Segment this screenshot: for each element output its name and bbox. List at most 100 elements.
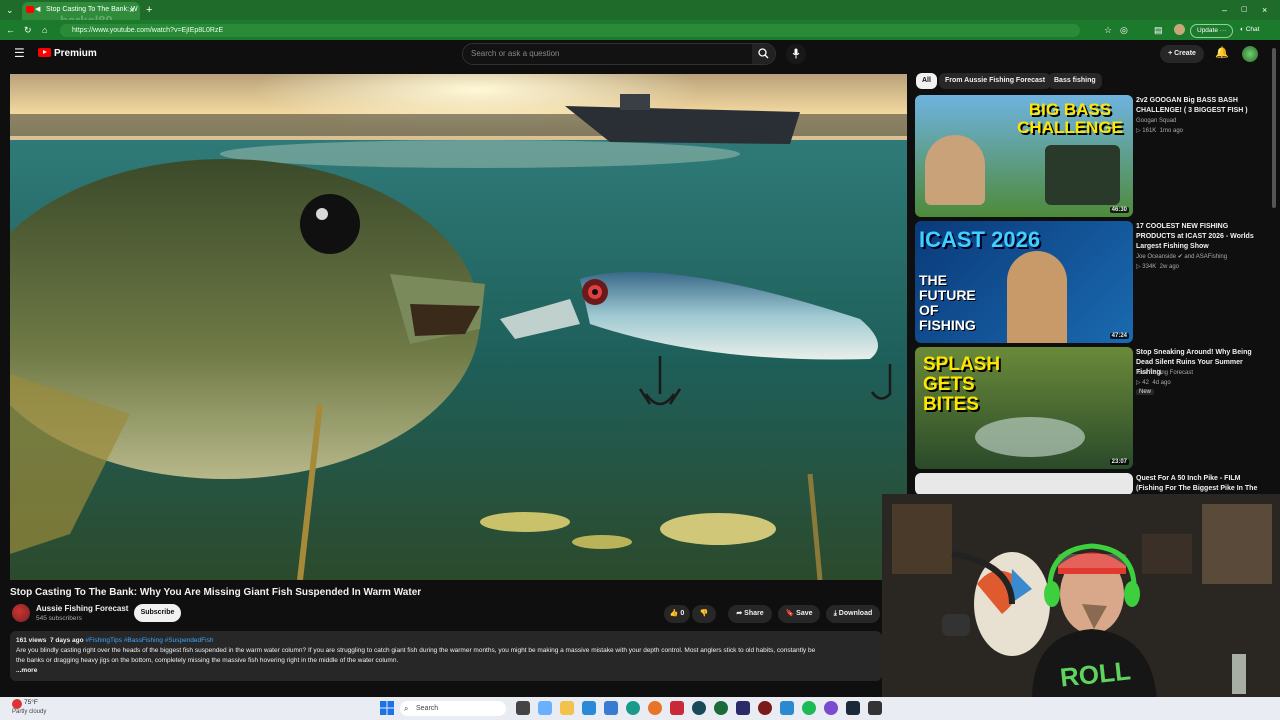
taskbar-search[interactable]: ⌕ Search [400,701,506,716]
favorite-star-icon[interactable]: ☆ [1104,20,1112,40]
show-more-link[interactable]: ...more [16,666,876,676]
edge-icon[interactable] [626,701,640,715]
app-gray-icon[interactable] [868,701,882,715]
file-explorer-icon[interactable] [560,701,574,715]
thumbnail-2-subtext: THE FUTURE OF FISHING [919,272,976,333]
youtube-logo[interactable]: Premium [38,48,97,59]
task-view-icon[interactable] [516,701,530,715]
dislike-button[interactable]: 👎 [692,605,716,623]
thumbnail-3-splash [975,417,1085,457]
related-stats-3: ▷ 42 4d ago [1136,380,1171,386]
video-player[interactable] [10,74,907,580]
store-icon[interactable] [582,701,596,715]
related-channel-3[interactable]: Kiwi Fishing Forecast [1136,369,1193,378]
maximize-icon[interactable]: ▢ [1241,0,1248,20]
thumbnail-1-text: BIG BASS CHALLENGE [1017,100,1123,137]
like-count: 0 [680,610,685,617]
spotify-icon[interactable] [802,701,816,715]
home-icon[interactable]: ⌂ [42,20,47,40]
thumbnail-3-text: SPLASH GETS BITES [923,354,1001,415]
thumbnail-2-text: ICAST 2026 [919,227,1041,252]
weather-alert-icon[interactable] [12,699,22,709]
search-icon[interactable] [752,44,775,64]
view-count: 161 views [16,637,47,644]
hamburger-menu-icon[interactable]: ☰ [14,46,25,60]
share-button[interactable]: ➦ Share [728,605,772,623]
app-shield-icon[interactable] [736,701,750,715]
extension-icon[interactable]: ◎ [1120,20,1128,40]
notifications-bell-icon[interactable]: 🔔 [1215,46,1229,59]
related-stats-1: ▷ 161K 1mo ago [1136,128,1183,134]
chip-all[interactable]: All [916,73,937,89]
app-darkred-icon[interactable] [758,701,772,715]
copilot-icon[interactable] [538,701,552,715]
related-channel-2-name: Joe Oceanside [1136,254,1177,260]
reload-icon[interactable]: ↻ [24,20,32,40]
like-button[interactable]: 👍 0 [664,605,690,623]
duration-badge: 46:30 [1109,207,1129,213]
related-channel-2[interactable]: Joe Oceanside ✔ and ASAFishing [1136,253,1227,262]
windows-start-icon[interactable] [380,701,394,715]
collections-icon[interactable]: ▤ [1154,20,1163,40]
download-label: Download [838,610,873,617]
hashtags[interactable]: #FishingTips #BassFishing #SuspendedFish [85,637,213,644]
url-field[interactable]: https://www.youtube.com/watch?v=EjIEp8L0… [60,24,1080,37]
download-icon: ⤓ [833,610,837,617]
chat-label: Chat [1245,26,1260,33]
channel-avatar[interactable] [12,604,30,622]
windows-taskbar: 75°F Partly cloudy [0,697,1280,720]
microphone-icon[interactable] [786,44,806,64]
related-age-1: 1mo ago [1159,128,1183,134]
search-input[interactable]: Search or ask a question [462,43,776,65]
save-button[interactable]: 🔖 Save [778,605,820,623]
share-arrow-icon: ➦ [736,610,743,617]
chip-from-channel[interactable]: From Aussie Fishing Forecast [939,73,1052,89]
window-close-icon[interactable]: × [1262,0,1267,20]
download-button[interactable]: ⤓ Download [826,605,880,623]
back-icon[interactable]: ← [6,20,15,40]
tab-menu-chevron-icon[interactable]: ⌄ [6,0,14,20]
thumbnail-1-group [1045,145,1120,205]
related-channel-1[interactable]: Googan Squad [1136,117,1176,126]
minimize-icon[interactable]: – [1222,0,1227,20]
thumbnail-3[interactable]: SPLASH GETS BITES 23:07 [915,347,1133,469]
thumbnail-4[interactable] [915,473,1133,495]
channel-name[interactable]: Aussie Fishing Forecast [36,604,128,613]
app-purple-icon[interactable] [824,701,838,715]
steam-icon[interactable] [846,701,860,715]
share-label: Share [744,610,764,617]
outlook-icon[interactable] [604,701,618,715]
firefox-icon[interactable] [648,701,662,715]
update-button[interactable]: Update ··· [1190,24,1234,38]
video-frame-image [10,74,907,580]
app-teal-icon[interactable] [692,701,706,715]
app-blue-icon[interactable] [780,701,794,715]
profile-avatar[interactable] [1174,24,1185,35]
tab-close-icon[interactable]: × [129,0,134,20]
chip-bass-fishing[interactable]: Bass fishing [1048,73,1102,89]
app-red-icon[interactable] [670,701,684,715]
thumbnail-1[interactable]: BIG BASS CHALLENGE 46:30 [915,95,1133,217]
weather-temp[interactable]: 75°F [24,699,38,706]
new-tab-icon[interactable]: + [146,0,152,20]
description-box[interactable]: 161 views 7 days ago #FishingTips #BassF… [10,631,882,681]
thumbnail-2[interactable]: ICAST 2026 THE FUTURE OF FISHING 47:24 [915,221,1133,343]
chat-button[interactable]: ◐ Chat [1234,24,1265,36]
account-avatar[interactable] [1242,46,1258,62]
youtube-play-logo-icon [38,48,51,57]
related-views-1: 161K [1142,128,1157,134]
save-label: Save [796,610,813,617]
page-scrollbar[interactable] [1272,48,1276,208]
duration-badge: 23:07 [1109,459,1129,465]
related-stats-2: ▷ 334K 2w ago [1136,264,1179,270]
thumbs-up-icon: 👍 [669,610,679,617]
related-title-1[interactable]: 2v2 GOOGAN Big BASS BASH CHALLENGE! ( 3 … [1136,96,1271,116]
app-green-icon[interactable] [714,701,728,715]
description-text-2: the banks or dragging heavy jigs on the … [16,657,399,664]
thumbs-down-icon: 👎 [699,610,709,617]
related-title-2[interactable]: 17 COOLEST NEW FISHING PRODUCTS at ICAST… [1136,222,1266,252]
tab-title: Stop Casting To The Bank: W [46,6,138,13]
subscribe-button[interactable]: Subscribe [134,604,181,622]
duration-badge: 47:24 [1109,333,1129,339]
create-button[interactable]: + Create [1160,45,1204,63]
